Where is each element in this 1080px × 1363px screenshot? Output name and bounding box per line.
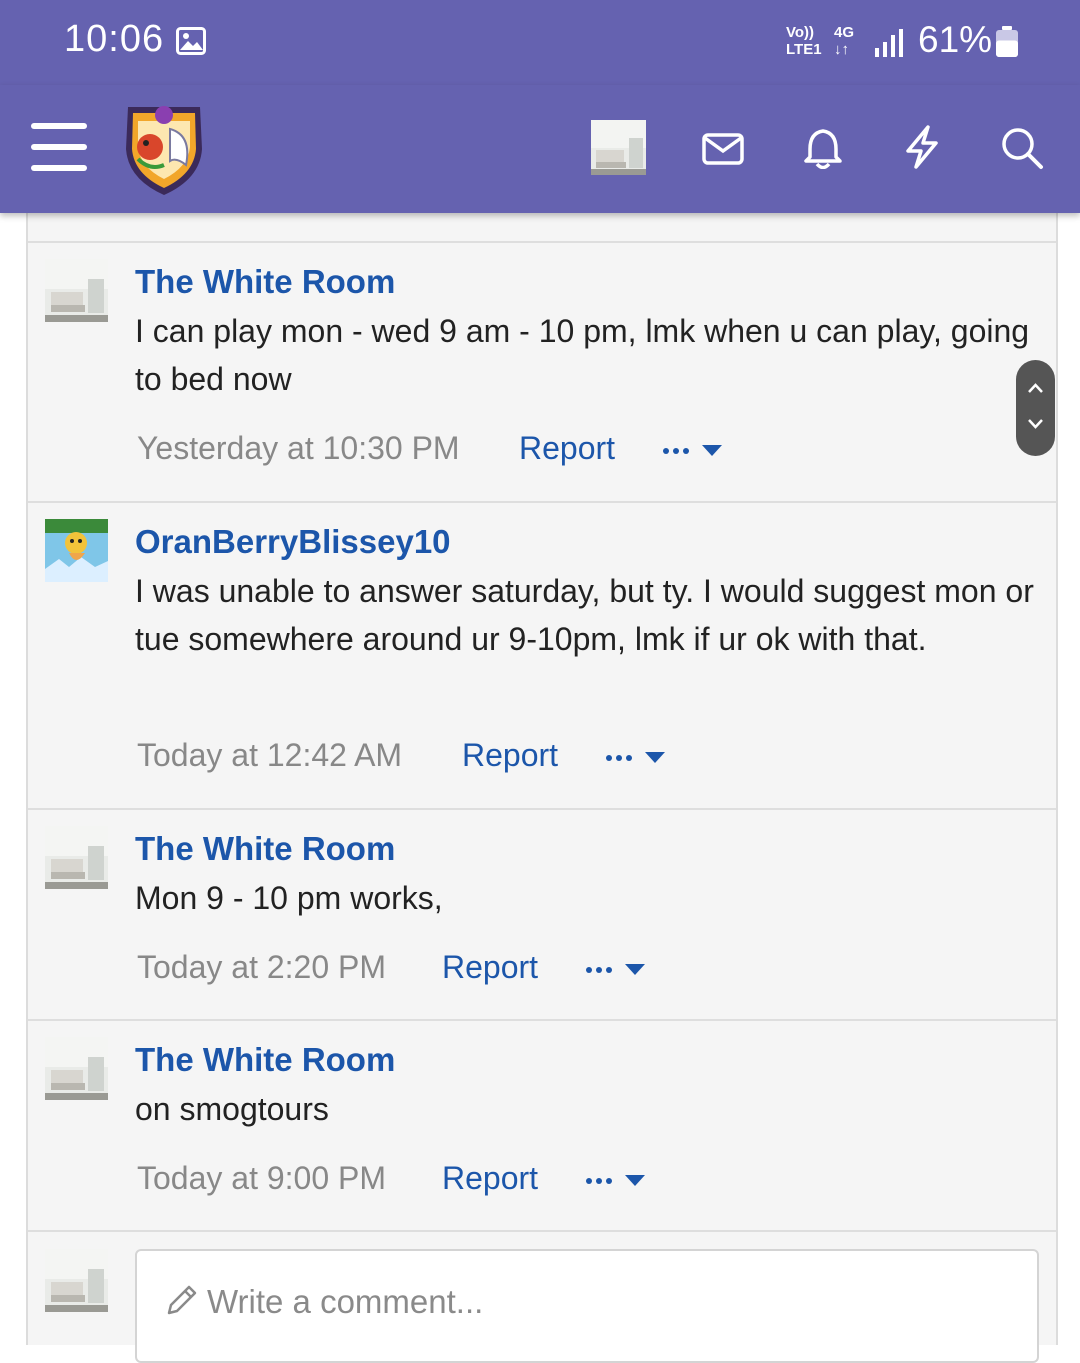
chevron-down-icon[interactable] xyxy=(1027,418,1044,430)
volte-indicator: Vo)) LTE1 xyxy=(786,24,826,58)
comment-author[interactable]: The White Room xyxy=(135,830,395,868)
comment-placeholder: Write a comment... xyxy=(207,1283,484,1320)
author-avatar[interactable] xyxy=(45,1037,108,1100)
comment-timestamp[interactable]: Today at 9:00 PM xyxy=(137,1160,386,1197)
4g-label: 4G xyxy=(834,24,855,41)
comment-author[interactable]: The White Room xyxy=(135,263,395,301)
comment-text: on smogtours xyxy=(135,1091,329,1127)
more-actions-icon[interactable] xyxy=(585,962,649,982)
report-link[interactable]: Report xyxy=(442,1160,538,1197)
comment-text: I can play mon - wed 9 am - 10 pm, lmk w… xyxy=(135,313,1030,397)
comment-text: Mon 9 - 10 pm works, xyxy=(135,880,443,916)
more-actions-icon[interactable] xyxy=(605,750,669,770)
app-header xyxy=(0,85,1080,213)
author-avatar[interactable] xyxy=(45,259,108,322)
signal-icon xyxy=(875,29,903,57)
comment-timestamp[interactable]: Yesterday at 10:30 PM xyxy=(137,430,460,467)
comments-page: The White Room I can play mon - wed 9 am… xyxy=(0,213,1080,1363)
report-link[interactable]: Report xyxy=(462,737,558,774)
data-indicator: 4G ↓↑ xyxy=(834,24,854,58)
menu-icon[interactable] xyxy=(31,123,87,171)
data-arrows-icon: ↓↑ xyxy=(834,41,849,58)
report-link[interactable]: Report xyxy=(519,430,615,467)
pencil-icon xyxy=(167,1285,197,1315)
comment-timestamp[interactable]: Today at 12:42 AM xyxy=(137,737,402,774)
comment-item: The White Room I can play mon - wed 9 am… xyxy=(28,243,1056,503)
comment-author[interactable]: The White Room xyxy=(135,1041,395,1079)
bolt-icon[interactable] xyxy=(904,125,940,169)
current-user-avatar xyxy=(45,1249,108,1312)
status-bar: 10:06 Vo)) LTE1 4G ↓↑ 61% xyxy=(0,0,1080,85)
more-actions-icon[interactable] xyxy=(662,443,726,463)
comment-item: The White Room Mon 9 - 10 pm works, Toda… xyxy=(28,810,1056,1021)
bell-icon[interactable] xyxy=(804,127,842,169)
more-actions-icon[interactable] xyxy=(585,1173,649,1193)
site-logo[interactable] xyxy=(120,99,208,197)
comment-input[interactable]: Write a comment... xyxy=(135,1249,1039,1363)
author-avatar[interactable] xyxy=(45,826,108,889)
comment-author[interactable]: OranBerryBlissey10 xyxy=(135,523,451,561)
comment-thread: The White Room I can play mon - wed 9 am… xyxy=(26,213,1058,1363)
status-time: 10:06 xyxy=(64,18,165,60)
comment-item: The White Room on smogtours Today at 9:0… xyxy=(28,1021,1056,1232)
comment-text: I was unable to answer saturday, but ty.… xyxy=(135,573,1034,657)
search-icon[interactable] xyxy=(1000,126,1044,170)
chevron-up-icon[interactable] xyxy=(1027,382,1044,394)
report-link[interactable]: Report xyxy=(442,949,538,986)
reply-row: Write a comment... xyxy=(28,1233,1056,1363)
volte-label: Vo)) xyxy=(786,24,815,41)
battery-icon xyxy=(996,26,1018,57)
mail-icon[interactable] xyxy=(702,133,744,165)
user-avatar[interactable] xyxy=(591,120,646,175)
lte-label: LTE1 xyxy=(786,41,822,58)
author-avatar[interactable] xyxy=(45,519,108,582)
battery-percent: 61% xyxy=(918,19,993,60)
comment-timestamp[interactable]: Today at 2:20 PM xyxy=(137,949,386,986)
comment-item: OranBerryBlissey10 I was unable to answe… xyxy=(28,503,1056,810)
scroll-jump-control[interactable] xyxy=(1016,360,1055,456)
image-notification-icon xyxy=(176,27,206,55)
